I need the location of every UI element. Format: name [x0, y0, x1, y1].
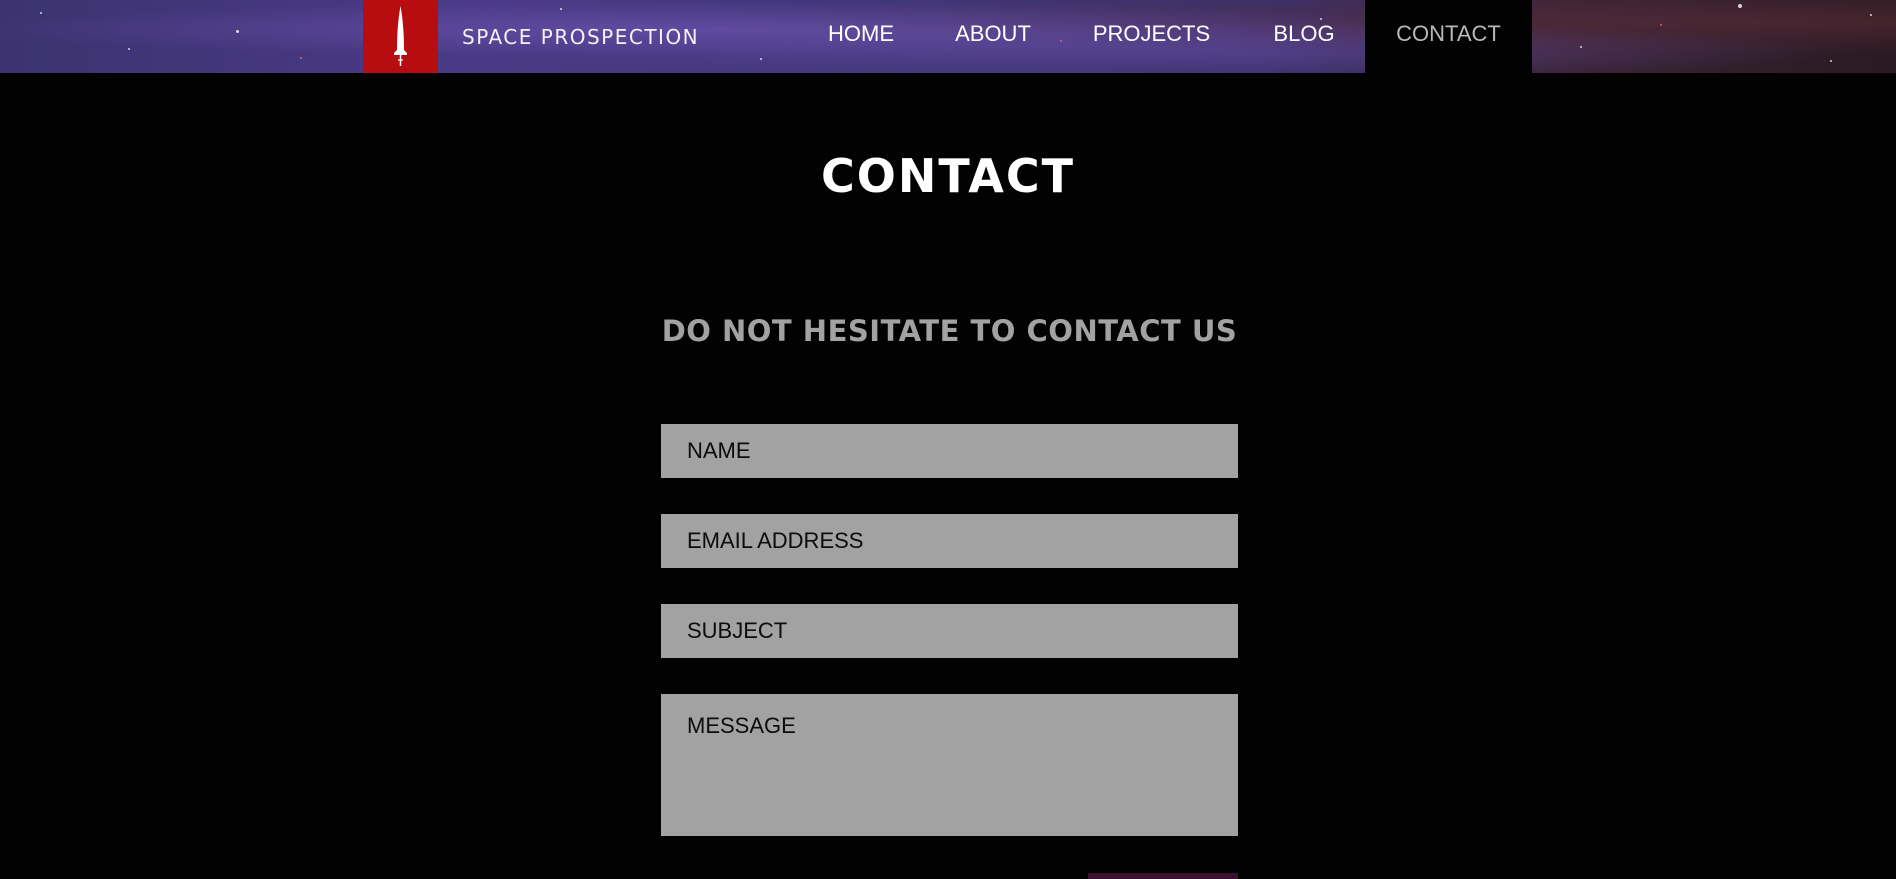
- star-decoration: [128, 48, 130, 50]
- nav-projects[interactable]: PROJECTS: [1080, 0, 1223, 73]
- star-decoration: [40, 12, 42, 14]
- send-button[interactable]: [1088, 873, 1238, 879]
- subject-input[interactable]: [661, 604, 1238, 658]
- logo-link[interactable]: [363, 0, 438, 73]
- nav-about[interactable]: ABOUT: [944, 0, 1042, 73]
- star-decoration: [1870, 14, 1872, 16]
- star-decoration: [1580, 46, 1582, 48]
- nav-home[interactable]: HOME: [810, 0, 912, 73]
- message-textarea[interactable]: [661, 694, 1238, 836]
- name-input[interactable]: [661, 424, 1238, 478]
- star-decoration: [760, 58, 762, 60]
- email-input[interactable]: [661, 514, 1238, 568]
- star-decoration: [236, 30, 239, 33]
- rocket-icon: [394, 6, 407, 66]
- star-decoration: [300, 57, 302, 59]
- nav-contact[interactable]: CONTACT: [1365, 0, 1532, 73]
- star-decoration: [1830, 60, 1832, 62]
- star-decoration: [1660, 24, 1662, 26]
- brand-name[interactable]: SPACE PROSPECTION: [462, 25, 699, 49]
- star-decoration: [1060, 40, 1062, 42]
- nav-blog[interactable]: BLOG: [1262, 0, 1346, 73]
- site-header: SPACE PROSPECTION HOME ABOUT PROJECTS BL…: [0, 0, 1896, 73]
- page-title: CONTACT: [821, 149, 1075, 203]
- contact-subtitle: DO NOT HESITATE TO CONTACT US: [661, 314, 1238, 348]
- star-decoration: [1738, 4, 1742, 8]
- page: SPACE PROSPECTION HOME ABOUT PROJECTS BL…: [0, 0, 1896, 879]
- star-decoration: [560, 8, 562, 10]
